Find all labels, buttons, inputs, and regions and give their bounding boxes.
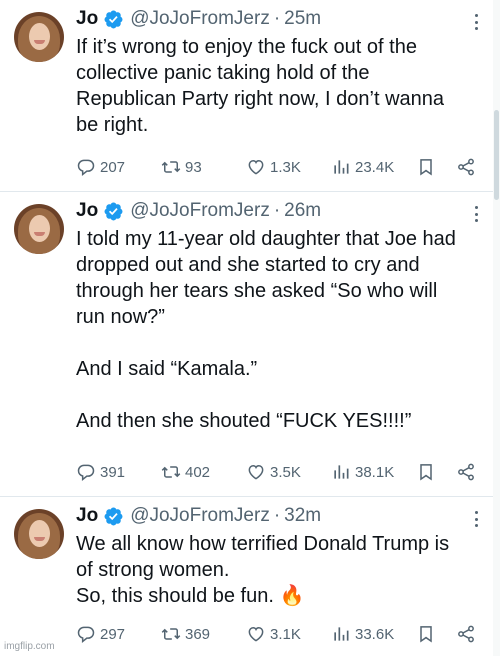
avatar[interactable]: [14, 12, 64, 62]
view-count: 33.6K: [355, 625, 395, 643]
like-icon: [248, 464, 264, 480]
display-name[interactable]: Jo: [76, 8, 98, 30]
reply-button[interactable]: 391: [76, 462, 161, 482]
share-button[interactable]: [456, 462, 480, 482]
like-button[interactable]: 3.1K: [246, 624, 331, 644]
views-button[interactable]: 38.1K: [331, 462, 416, 482]
retweet-icon: [161, 628, 181, 640]
action-bar: 391 402 3.5K 38.1K: [76, 460, 486, 484]
reply-count: 391: [100, 463, 126, 481]
retweet-count: 402: [185, 463, 211, 481]
verified-badge-icon: [104, 507, 123, 525]
timestamp[interactable]: 25m: [284, 8, 321, 30]
separator: ·: [273, 200, 281, 221]
retweet-icon: [161, 161, 181, 173]
retweet-icon: [161, 466, 181, 478]
like-button[interactable]: 3.5K: [246, 462, 331, 482]
tweet[interactable]: Jo @JoJoFromJerz · 26m I told my 11-year…: [0, 192, 500, 496]
reply-button[interactable]: 297: [76, 624, 161, 644]
handle[interactable]: @JoJoFromJerz: [130, 505, 270, 527]
share-button[interactable]: [456, 624, 480, 644]
share-icon: [458, 625, 474, 643]
handle[interactable]: @JoJoFromJerz: [130, 200, 270, 222]
like-count: 1.3K: [270, 158, 301, 176]
share-icon: [458, 158, 474, 176]
verified-badge-icon: [104, 10, 123, 28]
retweet-button[interactable]: 369: [161, 624, 246, 644]
reply-icon: [77, 464, 95, 482]
share-icon: [458, 463, 474, 481]
bookmark-button[interactable]: [416, 462, 456, 482]
views-icon: [334, 465, 349, 479]
tweet[interactable]: Jo @JoJoFromJerz · 32m We all know how t…: [0, 497, 500, 656]
retweet-button[interactable]: 93: [161, 157, 246, 177]
retweet-count: 93: [185, 158, 202, 176]
bookmark-button[interactable]: [416, 157, 456, 177]
reply-count: 207: [100, 158, 126, 176]
timestamp[interactable]: 32m: [284, 505, 321, 527]
reply-icon: [77, 159, 95, 177]
more-options-icon[interactable]: [474, 206, 478, 222]
display-name[interactable]: Jo: [76, 505, 98, 527]
tweet-header: Jo @JoJoFromJerz · 25m: [76, 6, 321, 32]
tweet-text: We all know how terrified Donald Trump i…: [76, 533, 450, 607]
views-button[interactable]: 23.4K: [331, 157, 416, 177]
like-icon: [248, 626, 264, 642]
avatar[interactable]: [14, 509, 64, 559]
more-options-icon[interactable]: [474, 511, 478, 527]
like-count: 3.1K: [270, 625, 301, 643]
like-button[interactable]: 1.3K: [246, 157, 331, 177]
views-icon: [334, 627, 349, 641]
scrollbar-track[interactable]: [493, 0, 500, 656]
views-button[interactable]: 33.6K: [331, 624, 416, 644]
more-options-icon[interactable]: [474, 14, 478, 30]
handle[interactable]: @JoJoFromJerz: [130, 8, 270, 30]
like-count: 3.5K: [270, 463, 301, 481]
retweet-count: 369: [185, 625, 211, 643]
avatar-face: [29, 215, 50, 242]
views-icon: [334, 160, 349, 174]
bookmark-icon: [420, 626, 432, 643]
tweet[interactable]: Jo @JoJoFromJerz · 25m If it’s wrong to …: [0, 0, 500, 191]
action-bar: 297 369 3.1K 33.6K: [76, 622, 486, 646]
bookmark-icon: [420, 464, 432, 481]
scrollbar-thumb[interactable]: [494, 110, 499, 200]
avatar-face: [29, 520, 50, 547]
tweet-text: I told my 11-year old daughter that Joe …: [76, 228, 456, 432]
display-name[interactable]: Jo: [76, 200, 98, 222]
bookmark-button[interactable]: [416, 624, 456, 644]
timestamp[interactable]: 26m: [284, 200, 321, 222]
watermark: imgflip.com: [4, 641, 55, 652]
share-button[interactable]: [456, 157, 480, 177]
view-count: 23.4K: [355, 158, 395, 176]
tweet-text: If it’s wrong to enjoy the fuck out of t…: [76, 36, 444, 136]
reply-count: 297: [100, 625, 126, 643]
verified-badge-icon: [104, 202, 123, 220]
separator: ·: [273, 505, 281, 526]
tweet-feed: Jo @JoJoFromJerz · 25m If it’s wrong to …: [0, 0, 500, 656]
tweet-header: Jo @JoJoFromJerz · 26m: [76, 198, 321, 224]
like-icon: [248, 159, 264, 175]
reply-button[interactable]: 207: [76, 157, 161, 177]
avatar-face: [29, 23, 50, 50]
retweet-button[interactable]: 402: [161, 462, 246, 482]
avatar[interactable]: [14, 204, 64, 254]
action-bar: 207 93 1.3K 23.4K: [76, 155, 486, 179]
view-count: 38.1K: [355, 463, 395, 481]
tweet-header: Jo @JoJoFromJerz · 32m: [76, 503, 321, 529]
reply-icon: [77, 626, 95, 644]
separator: ·: [273, 8, 281, 29]
bookmark-icon: [420, 159, 432, 176]
